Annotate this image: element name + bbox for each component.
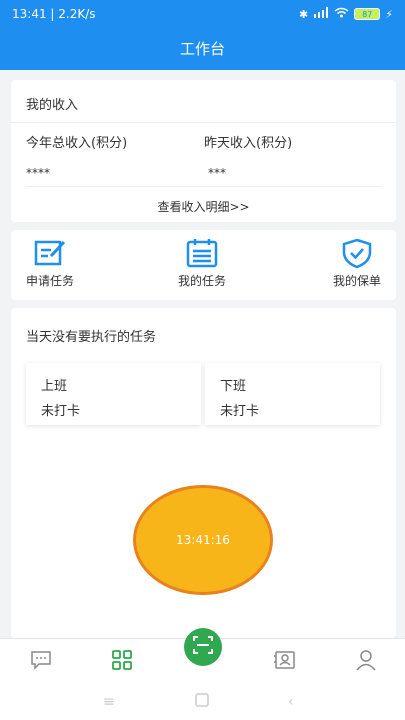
yesterday-income-value: *** (208, 166, 226, 180)
scan-icon (192, 635, 214, 659)
my-tasks-button[interactable]: 我的任务 (162, 238, 242, 289)
no-task-message: 当天没有要执行的任务 (26, 330, 157, 345)
clock-out-card: 下班 未打卡 (205, 363, 380, 425)
apply-task-label: 申请任务 (25, 274, 74, 288)
actions-card: 申请任务 我的任务 我的保单 (11, 230, 396, 300)
my-policy-button[interactable]: 我的保单 (317, 238, 397, 289)
divider (11, 122, 396, 123)
yesterday-income-label: 昨天收入(积分) (204, 136, 293, 151)
status-bar: 13:41 | 2.2K/s ✱ 87 ⚡ (0, 0, 405, 28)
page-title: 工作台 (179, 40, 225, 58)
scan-button[interactable] (184, 628, 222, 666)
edit-task-icon (10, 238, 90, 268)
status-icons: ✱ 87 ⚡ (299, 7, 393, 21)
system-nav-bar: ≡ ‹ (0, 682, 405, 720)
income-card: 我的收入 今年总收入(积分) 昨天收入(积分) **** *** 查看收入明细>… (11, 80, 396, 222)
apply-task-button[interactable]: 申请任务 (10, 238, 90, 289)
clock-in-label: 上班 (41, 379, 68, 394)
header: 13:41 | 2.2K/s ✱ 87 ⚡ 工作台 (0, 0, 405, 70)
battery-icon: 87 (354, 8, 381, 20)
charging-icon: ⚡ (385, 7, 393, 21)
menu-icon[interactable]: ≡ (103, 694, 115, 710)
task-list-icon (162, 238, 242, 268)
hd-signal-icon (313, 7, 329, 21)
total-income-label: 今年总收入(积分) (26, 136, 128, 151)
clock-in-status: 未打卡 (41, 404, 81, 419)
income-details-link[interactable]: 查看收入明细>> (11, 198, 396, 215)
profile-icon[interactable] (353, 647, 379, 673)
punch-clock-button[interactable]: 13:41:16 (133, 485, 273, 595)
clock-in-card: 上班 未打卡 (26, 363, 201, 425)
my-policy-label: 我的保单 (332, 274, 381, 288)
grid-icon[interactable] (109, 647, 135, 673)
back-icon[interactable]: ‹ (288, 694, 294, 710)
my-tasks-label: 我的任务 (177, 274, 226, 288)
wifi-icon (334, 7, 349, 21)
shield-check-icon (317, 238, 397, 268)
status-time: 13:41 | 2.2K/s (12, 7, 96, 21)
contact-card-icon[interactable] (272, 647, 298, 673)
home-icon[interactable] (195, 693, 209, 711)
clock-out-status: 未打卡 (220, 404, 260, 419)
clock-out-label: 下班 (220, 379, 247, 394)
clock-time: 13:41:16 (176, 533, 230, 547)
message-icon[interactable] (28, 647, 54, 673)
divider (26, 186, 381, 187)
income-title: 我的收入 (26, 98, 79, 113)
total-income-value: **** (26, 166, 50, 180)
bluetooth-icon: ✱ (299, 7, 309, 21)
